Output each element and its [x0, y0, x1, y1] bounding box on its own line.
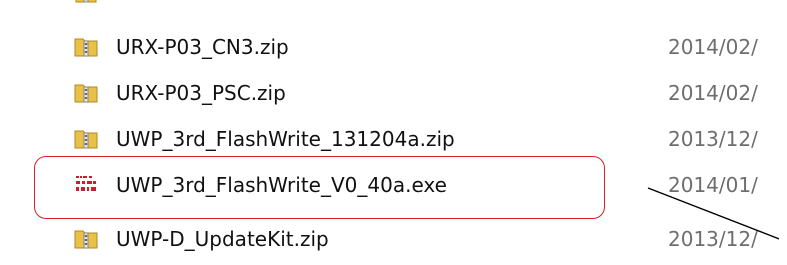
annotation-pointer-line: [647, 187, 787, 243]
list-right-edge: [779, 0, 787, 265]
file-list: URX-P03_CN3.zip 2014/02/ URX-P03_PSC.zip…: [0, 0, 787, 265]
